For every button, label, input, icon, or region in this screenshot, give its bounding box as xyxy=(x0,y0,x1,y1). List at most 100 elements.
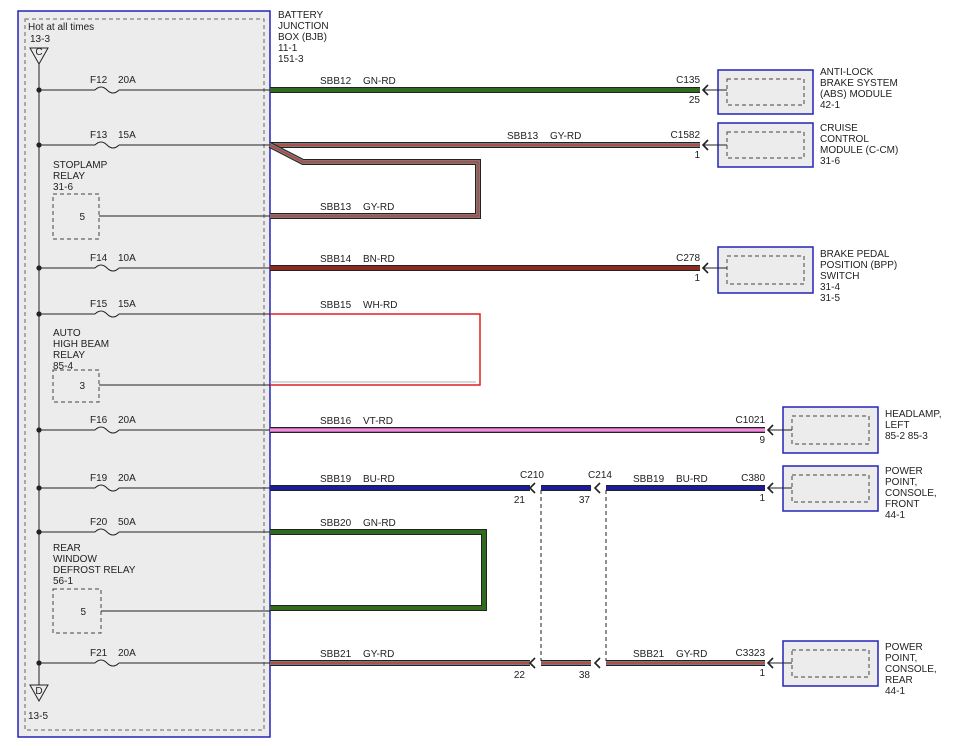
wire-color-code: GY-RD xyxy=(363,649,394,660)
component-pin: 1 xyxy=(694,273,700,284)
wire-circuit: SBB20 xyxy=(320,518,352,529)
component-label: 42-1 xyxy=(820,100,840,111)
component-label: REAR xyxy=(885,675,913,686)
inline-connector-id: C214 xyxy=(588,470,612,481)
relay-pin: 3 xyxy=(79,381,85,392)
fuse-rating: 20A xyxy=(118,415,136,426)
component-label: MODULE (C-CM) xyxy=(820,145,898,156)
component-c1021: C1021 9 HEADLAMP,LEFT85-2 85-3 xyxy=(736,406,942,454)
wire-color-code: VT-RD xyxy=(363,416,393,427)
relay-label: STOPLAMP xyxy=(53,160,108,171)
component-label: HEADLAMP, xyxy=(885,409,942,420)
connector-arrow-icon xyxy=(528,482,536,494)
fuse-id: F19 xyxy=(90,473,108,484)
inline-connector-pin: 21 xyxy=(514,495,526,506)
wire-circuit: SBB21 xyxy=(633,649,665,660)
wire-outline xyxy=(270,313,481,386)
component-box xyxy=(717,69,814,115)
relay-label: RELAY xyxy=(53,350,85,361)
bjb-title: BATTERY JUNCTION BOX (BJB) 11-1 151-3 xyxy=(278,10,329,65)
component-connector-id: C1582 xyxy=(671,130,701,141)
inline-connector-id: C210 xyxy=(520,470,544,481)
component-label: LEFT xyxy=(885,420,909,431)
relay-label: 56-1 xyxy=(53,576,73,587)
component-label: ANTI-LOCK xyxy=(820,67,874,78)
component-pin: 1 xyxy=(759,668,765,679)
inline-connector-c214: C214 37 38 xyxy=(579,470,613,681)
wiring-diagram: BATTERY JUNCTION BOX (BJB) 11-1 151-3 Ho… xyxy=(17,10,942,738)
fuse-id: F14 xyxy=(90,253,108,264)
component-c278: C278 1 BRAKE PEDALPOSITION (BPP)SWITCH31-4… xyxy=(676,246,897,304)
relay-label: REAR xyxy=(53,543,81,554)
fuse-id: F20 xyxy=(90,517,108,528)
connector-arrow-icon xyxy=(528,657,536,669)
component-c1582: C1582 1 CRUISECONTROLMODULE (C-CM)31-6 xyxy=(671,122,898,168)
component-label: CONSOLE, xyxy=(885,664,937,675)
fuse-rating: 20A xyxy=(118,75,136,86)
component-label: 44-1 xyxy=(885,510,905,521)
fuse-id: F13 xyxy=(90,130,108,141)
fuse-rating: 10A xyxy=(118,253,136,264)
wire-color-code: GY-RD xyxy=(363,202,394,213)
inline-connector-c210: C210 21 22 xyxy=(514,470,545,681)
bottom-ref: 13-5 xyxy=(28,711,48,722)
component-label: POINT, xyxy=(885,477,917,488)
top-connector-label: C xyxy=(35,47,42,58)
component-c135: C135 25 ANTI-LOCKBRAKE SYSTEM(ABS) MODULE4… xyxy=(676,67,898,115)
relay-label: WINDOW xyxy=(53,554,97,565)
component-connector-id: C380 xyxy=(741,473,765,484)
connector-arrow-icon xyxy=(593,657,601,669)
component-label: 44-1 xyxy=(885,686,905,697)
component-box xyxy=(782,465,879,512)
wire-circuit: SBB13 xyxy=(320,202,352,213)
component-label: POWER xyxy=(885,466,923,477)
wire-circuit: SBB21 xyxy=(320,649,352,660)
fuse-rating: 20A xyxy=(118,473,136,484)
bjb-title-line: 11-1 xyxy=(278,43,298,54)
component-pin: 1 xyxy=(759,493,765,504)
wire-color-code: GY-RD xyxy=(676,649,707,660)
inline-connector-pin: 22 xyxy=(514,670,526,681)
component-c3323: C3323 1 POWERPOINT,CONSOLE,REAR44-1 xyxy=(736,640,937,697)
wire-circuit: SBB13 xyxy=(507,131,539,142)
bjb-title-line: BOX (BJB) xyxy=(278,32,327,43)
component-pin: 1 xyxy=(694,150,700,161)
wire-color-code: BU-RD xyxy=(676,474,708,485)
inline-connector-pin: 38 xyxy=(579,670,591,681)
wire-circuit: SBB15 xyxy=(320,300,352,311)
wire-circuit: SBB19 xyxy=(633,474,665,485)
fuse-rating: 15A xyxy=(118,299,136,310)
fuse-rating: 50A xyxy=(118,517,136,528)
component-label: POSITION (BPP) xyxy=(820,260,897,271)
component-connector-id: C3323 xyxy=(736,648,766,659)
component-connector-id: C278 xyxy=(676,253,700,264)
wire-color-code: BN-RD xyxy=(363,254,395,265)
bjb-title-line: JUNCTION xyxy=(278,21,329,32)
fuse-id: F12 xyxy=(90,75,108,86)
components: C13525ANTI-LOCKBRAKE SYSTEM(ABS) MODULE4… xyxy=(671,67,942,697)
component-label: BRAKE SYSTEM xyxy=(820,78,898,89)
fuse-id: F15 xyxy=(90,299,108,310)
bjb-box xyxy=(17,10,271,738)
sbb15-wire xyxy=(270,313,481,386)
relay-pin: 5 xyxy=(79,212,85,223)
wires: SBB12 GN-RD SBB13 GY-RD SBB13 GY-RD SBB14 BN-RD… xyxy=(268,76,765,666)
component-label: BRAKE PEDAL xyxy=(820,249,890,260)
component-label: CRUISE xyxy=(820,123,858,134)
component-connector-id: C135 xyxy=(676,75,700,86)
bjb-title-line: BATTERY xyxy=(278,10,324,21)
wire-color-code: WH-RD xyxy=(363,300,397,311)
component-label: SWITCH xyxy=(820,271,859,282)
component-pin: 25 xyxy=(689,95,701,106)
component-label: 31-5 xyxy=(820,293,840,304)
connector-arrow-icon xyxy=(593,482,601,494)
sbb20-wire xyxy=(270,529,487,611)
component-box xyxy=(717,246,814,294)
component-label: 31-6 xyxy=(820,156,840,167)
relay-label: HIGH BEAM xyxy=(53,339,109,350)
wire-color-code: GY-RD xyxy=(550,131,581,142)
inline-connectors: C210 21 22 C214 37 38 xyxy=(514,470,613,681)
wire-circuit: SBB16 xyxy=(320,416,352,427)
wire-circuit: SBB14 xyxy=(320,254,352,265)
component-label: CONTROL xyxy=(820,134,869,145)
